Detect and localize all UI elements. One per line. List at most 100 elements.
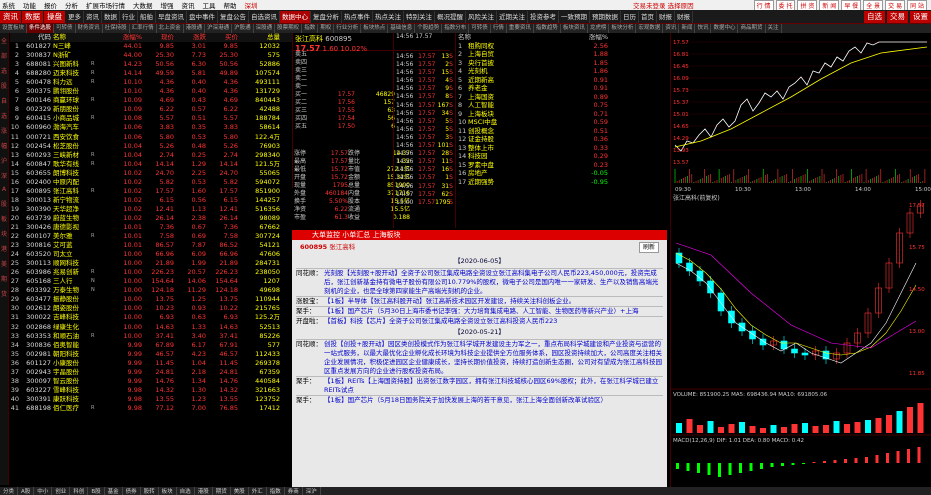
subtab-24[interactable]: 龙虎榜: [588, 24, 610, 33]
menu-button-0[interactable]: 行 情: [753, 0, 774, 11]
bottom-tab-8[interactable]: 股转: [141, 487, 159, 495]
table-row[interactable]: 38 300097 智云股份 9.99 14.76 1.34 14.76 440584: [10, 377, 292, 386]
bottom-tab-17[interactable]: 深沪: [303, 487, 321, 495]
toolbar-item-22[interactable]: 财报: [657, 10, 675, 23]
bottom-tab-6[interactable]: 基金: [105, 487, 123, 495]
subtab-0[interactable]: 设置板块: [0, 24, 28, 33]
toolbar-item-17[interactable]: 投资参考: [528, 10, 559, 23]
subtab-23[interactable]: 板块资讯: [561, 24, 588, 33]
subtab-29[interactable]: 快讯: [695, 24, 712, 33]
subtab-14[interactable]: 行业分析: [334, 24, 362, 33]
subtab-25[interactable]: 板块分析: [609, 24, 637, 33]
toolbar-right-2[interactable]: 设置: [910, 10, 931, 23]
sidebar-glyph-10[interactable]: A: [2, 186, 6, 193]
subtab-26[interactable]: 宏观数据: [636, 24, 664, 33]
table-row[interactable]: 33 603353 和顺石油 R 10.00 37.41 3.40 37.41 85226: [10, 332, 292, 341]
news-tabbar[interactable]: 大单监控 小单汇总 上海板块: [292, 230, 667, 240]
menu-item-1[interactable]: 功能: [23, 0, 36, 10]
table-row[interactable]: 17 600895 张江高科 R 10.02 17.57 1.60 17.57 851900: [10, 187, 292, 196]
bottom-tab-4[interactable]: 科创: [70, 487, 89, 495]
toolbar-item-2[interactable]: 数据: [102, 10, 120, 23]
subtab-5[interactable]: 汇率行情: [130, 24, 157, 33]
subtab-8[interactable]: 沪深港通: [205, 24, 233, 33]
sector-row[interactable]: 3 央行首披 1.85: [456, 59, 667, 68]
table-row[interactable]: 19 300390 天华超净 10.02 12.41 1.13 12.41 516356: [10, 205, 292, 214]
sidebar-glyph-16[interactable]: 期: [1, 274, 7, 283]
sidebar-glyph-14[interactable]: 港: [1, 244, 7, 253]
toolbar-item-11[interactable]: 热点事件: [342, 10, 373, 23]
table-row[interactable]: 31 300022 吉峰科技 10.00 6.93 0.63 6.93 125.2万: [10, 313, 292, 322]
sidebar-glyph-7[interactable]: 幅: [1, 141, 7, 150]
table-row[interactable]: 40 300391 康跃科技 9.98 13.55 1.23 13.55 123752: [10, 395, 292, 404]
bottom-tab-0[interactable]: 分类: [0, 487, 19, 495]
menu-button-7[interactable]: 同 站: [907, 0, 927, 11]
table-row[interactable]: 34 300836 佰奥智能 9.99 67.89 6.17 67.91 577: [10, 341, 292, 350]
toolbar-right-0[interactable]: 自选: [864, 10, 885, 23]
menu-button-4[interactable]: 早 餐: [841, 0, 862, 11]
toolbar-item-3[interactable]: 行业: [120, 10, 138, 23]
subtab-3[interactable]: 财务资讯: [76, 24, 103, 33]
bottom-tab-10[interactable]: 自选: [177, 487, 195, 495]
menu-item-3[interactable]: 分析: [65, 0, 78, 10]
toolbar-item-6[interactable]: 盘中事件: [187, 10, 218, 23]
table-row[interactable]: 25 300113 顺网科技 10.00 21.89 1.99 21.89 284731: [10, 259, 292, 268]
table-row[interactable]: 20 603739 蔚蓝生物 10.02 26.14 2.38 26.14 98089: [10, 214, 292, 223]
subtab-22[interactable]: 指数趋势: [534, 24, 561, 33]
table-row[interactable]: 10 600960 渤海汽车 10.06 3.83 0.35 3.83 58614: [10, 123, 292, 132]
sector-row[interactable]: 12 证金持股 0.36: [456, 135, 667, 144]
toolbar-item-7[interactable]: 复盘公告: [218, 10, 249, 23]
menu-item-0[interactable]: 系统: [2, 0, 15, 10]
table-row[interactable]: 39 603227 雪峰科技 9.98 14.32 1.30 14.32 321663: [10, 386, 292, 395]
bottom-tab-11[interactable]: 港股: [195, 487, 213, 495]
table-row[interactable]: 21 300426 唐德影视 10.01 7.36 0.67 7.36 67662: [10, 223, 292, 232]
subtab-6[interactable]: 北上资金: [157, 24, 184, 33]
sector-row[interactable]: 17 近期强势 -0.95: [456, 178, 667, 187]
news-item[interactable]: 涨股宝： 【1板】半导体【张江高科股开动】张江高新技术园区开发建设，持续关注科创板…: [296, 296, 663, 306]
table-row[interactable]: 22 600107 美尔雅 R 10.01 7.58 0.69 7.58 307724: [10, 232, 292, 241]
sector-row[interactable]: 7 上海国资 0.89: [456, 93, 667, 102]
sidebar-glyph-0[interactable]: 全: [1, 36, 7, 45]
sidebar-glyph-13[interactable]: 块: [1, 229, 7, 238]
subtab-18[interactable]: 指数分布: [442, 24, 470, 33]
subtab-17[interactable]: 个股趋势: [415, 24, 443, 33]
table-row[interactable]: 23 300816 艾可蓝 10.01 86.57 7.87 86.52 54121: [10, 241, 292, 250]
subtab-27[interactable]: 资讯: [663, 24, 680, 33]
kline-chart[interactable]: 张江高科(前复权) VOLUME: 851900.25 MA5: 698436.…: [670, 193, 931, 487]
table-row[interactable]: 28 603392 万泰生物 N 10.00 124.18 11.29 124.18 49698: [10, 286, 292, 295]
bottom-tab-16[interactable]: 券商: [285, 487, 303, 495]
menu-item-4[interactable]: 扩展市场行情: [86, 0, 125, 10]
menu-button-5[interactable]: 全 景: [863, 0, 884, 11]
news-item[interactable]: 开盘啦： 【首板】科技【芯片】全资子公司张江集成电路全资设立张江高科投资人民币22…: [296, 316, 663, 326]
subtab-13[interactable]: 期权: [318, 24, 335, 33]
menu-item-6[interactable]: 增强: [161, 0, 174, 10]
bottom-tab-13[interactable]: 美股: [231, 487, 249, 495]
subtab-11[interactable]: 股票期权: [275, 24, 303, 33]
toolbar-item-1[interactable]: 资讯: [84, 10, 102, 23]
table-row[interactable]: 24 603520 司太立 10.00 66.96 6.09 66.96 47606: [10, 250, 292, 259]
bottom-tab-2[interactable]: 中小: [34, 487, 53, 495]
toolbar-item-0[interactable]: 更多: [66, 10, 84, 23]
sidebar-glyph-8[interactable]: 沪: [1, 156, 7, 165]
menu-item-5[interactable]: 大数据: [133, 0, 153, 10]
table-row[interactable]: 27 605168 三人行 N 10.00 154.64 14.06 154.64 1207: [10, 277, 292, 286]
refresh-button[interactable]: 刷新: [638, 242, 659, 253]
intraday-chart[interactable]: 17.57 16.81 16.45 16.09 15.73 15.37 15.01 14.65…: [670, 33, 931, 193]
subtab-9[interactable]: 沪股通: [232, 24, 254, 33]
sidebar-glyph-15[interactable]: 美: [1, 259, 7, 268]
bottom-tab-3[interactable]: 创业: [52, 487, 71, 495]
sidebar-glyph-17[interactable]: 货: [1, 289, 7, 298]
toolbar-item-20[interactable]: 日历: [621, 10, 639, 23]
subtab-4[interactable]: 社保持股: [103, 24, 130, 33]
table-row[interactable]: 2 300837 N浙矿 44.00 25.30 7.73 25.30 575: [10, 51, 292, 60]
toolbar-item-15[interactable]: 风险关注: [466, 10, 497, 23]
subtab-16[interactable]: 基础信息: [388, 24, 416, 33]
toolbar-item-10[interactable]: 复盘分析: [311, 10, 342, 23]
subtab-28[interactable]: 新闻: [679, 24, 696, 33]
toolbar-item-14[interactable]: 概况提醒: [435, 10, 466, 23]
news-item[interactable]: 聚手： 【1板】国产芯片（5月18日国务院关于加快发展上海的若干意见，张江上海全面…: [296, 395, 663, 405]
sector-row[interactable]: 14 科技园 0.29: [456, 152, 667, 161]
table-row[interactable]: 13 600293 三峡新材 R 10.04 2.74 0.25 2.74 298340: [10, 151, 292, 160]
subtab-30[interactable]: 数据中心: [711, 24, 739, 33]
toolbar-item-21[interactable]: 首页: [639, 10, 657, 23]
table-row[interactable]: 4 688280 迈来科技 R 14.14 49.59 5.81 49.89 107574: [10, 69, 292, 78]
